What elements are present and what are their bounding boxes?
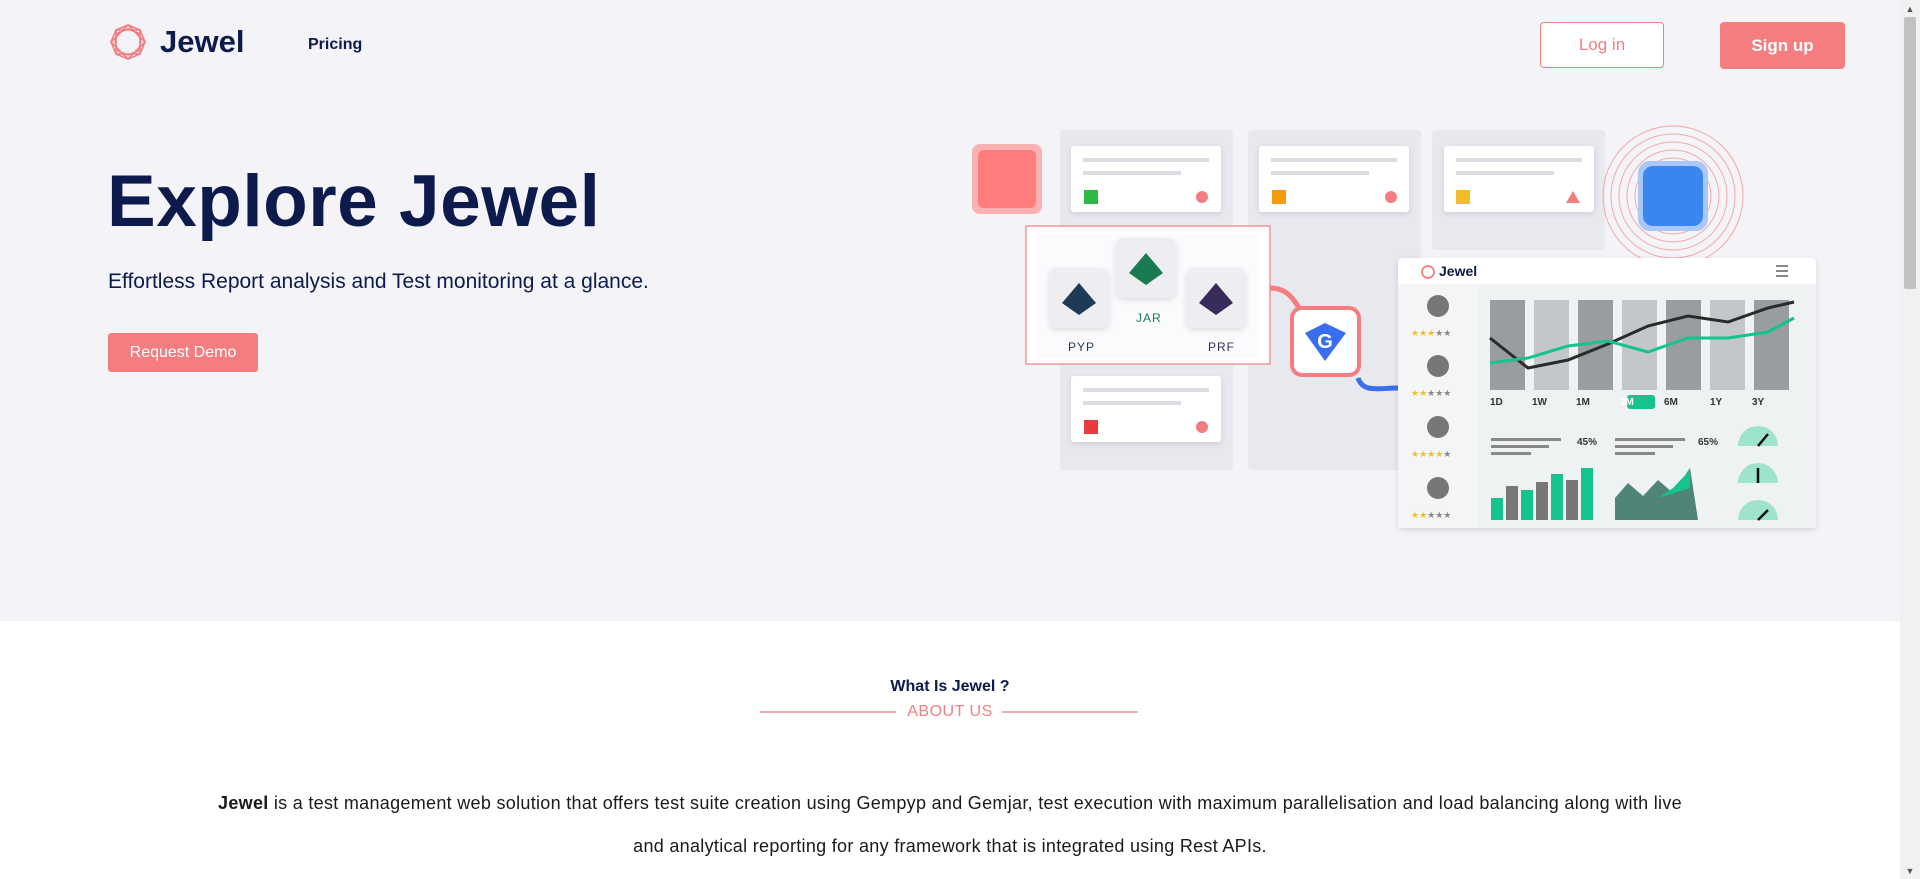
range-3y: 3Y: [1752, 397, 1765, 408]
tile-label-prf: PRF: [1208, 340, 1235, 354]
request-demo-button[interactable]: Request Demo: [108, 333, 258, 372]
range-1w: 1W: [1532, 397, 1547, 408]
tile-label-jar: JAR: [1136, 311, 1162, 325]
hero-title: Explore Jewel: [107, 161, 601, 242]
about-body-brand: Jewel: [218, 793, 269, 813]
stat-65: 65%: [1698, 437, 1719, 448]
scroll-down-icon[interactable]: ▼: [1900, 862, 1920, 879]
svg-text:★★★★★: ★★★★★: [1411, 450, 1451, 460]
range-1d: 1D: [1490, 397, 1503, 408]
tile-label-pyp: PYP: [1068, 340, 1096, 354]
about-label: ABOUT US: [907, 703, 993, 720]
hero-illustration: G ★★★★★ ★★★★★ ★★★★★ ★★★★★: [972, 125, 1816, 528]
range-1y: 1Y: [1710, 397, 1723, 408]
scroll-up-icon[interactable]: ▲: [1900, 0, 1920, 17]
dashboard-brand: Jewel: [1439, 263, 1478, 279]
svg-text:G: G: [1317, 331, 1333, 353]
jewel-logo-icon: [109, 23, 147, 61]
brand-name: Jewel: [160, 24, 245, 59]
page-scrollbar[interactable]: ▲ ▼: [1900, 0, 1920, 879]
scrollbar-thumb[interactable]: [1904, 17, 1916, 289]
svg-text:★★★★★: ★★★★★: [1411, 511, 1451, 521]
login-button[interactable]: Log in: [1540, 22, 1664, 68]
nav-pricing-link[interactable]: Pricing: [308, 36, 362, 54]
about-question: What Is Jewel ?: [890, 678, 1010, 695]
hero-subtitle: Effortless Report analysis and Test moni…: [108, 270, 649, 293]
range-1m: 1M: [1576, 397, 1590, 408]
range-6m: 6M: [1664, 397, 1678, 408]
svg-text:★★★★★: ★★★★★: [1411, 329, 1451, 339]
about-body-text: is a test management web solution that o…: [268, 793, 1682, 856]
svg-text:★★★★★: ★★★★★: [1411, 389, 1451, 399]
about-divider-right: [1002, 711, 1138, 713]
range-3m: 3M: [1620, 397, 1634, 408]
stat-45: 45%: [1577, 437, 1598, 448]
about-body: Jewel is a test management web solution …: [200, 782, 1700, 868]
brand-logo[interactable]: Jewel: [108, 22, 244, 62]
signup-button[interactable]: Sign up: [1720, 22, 1845, 69]
